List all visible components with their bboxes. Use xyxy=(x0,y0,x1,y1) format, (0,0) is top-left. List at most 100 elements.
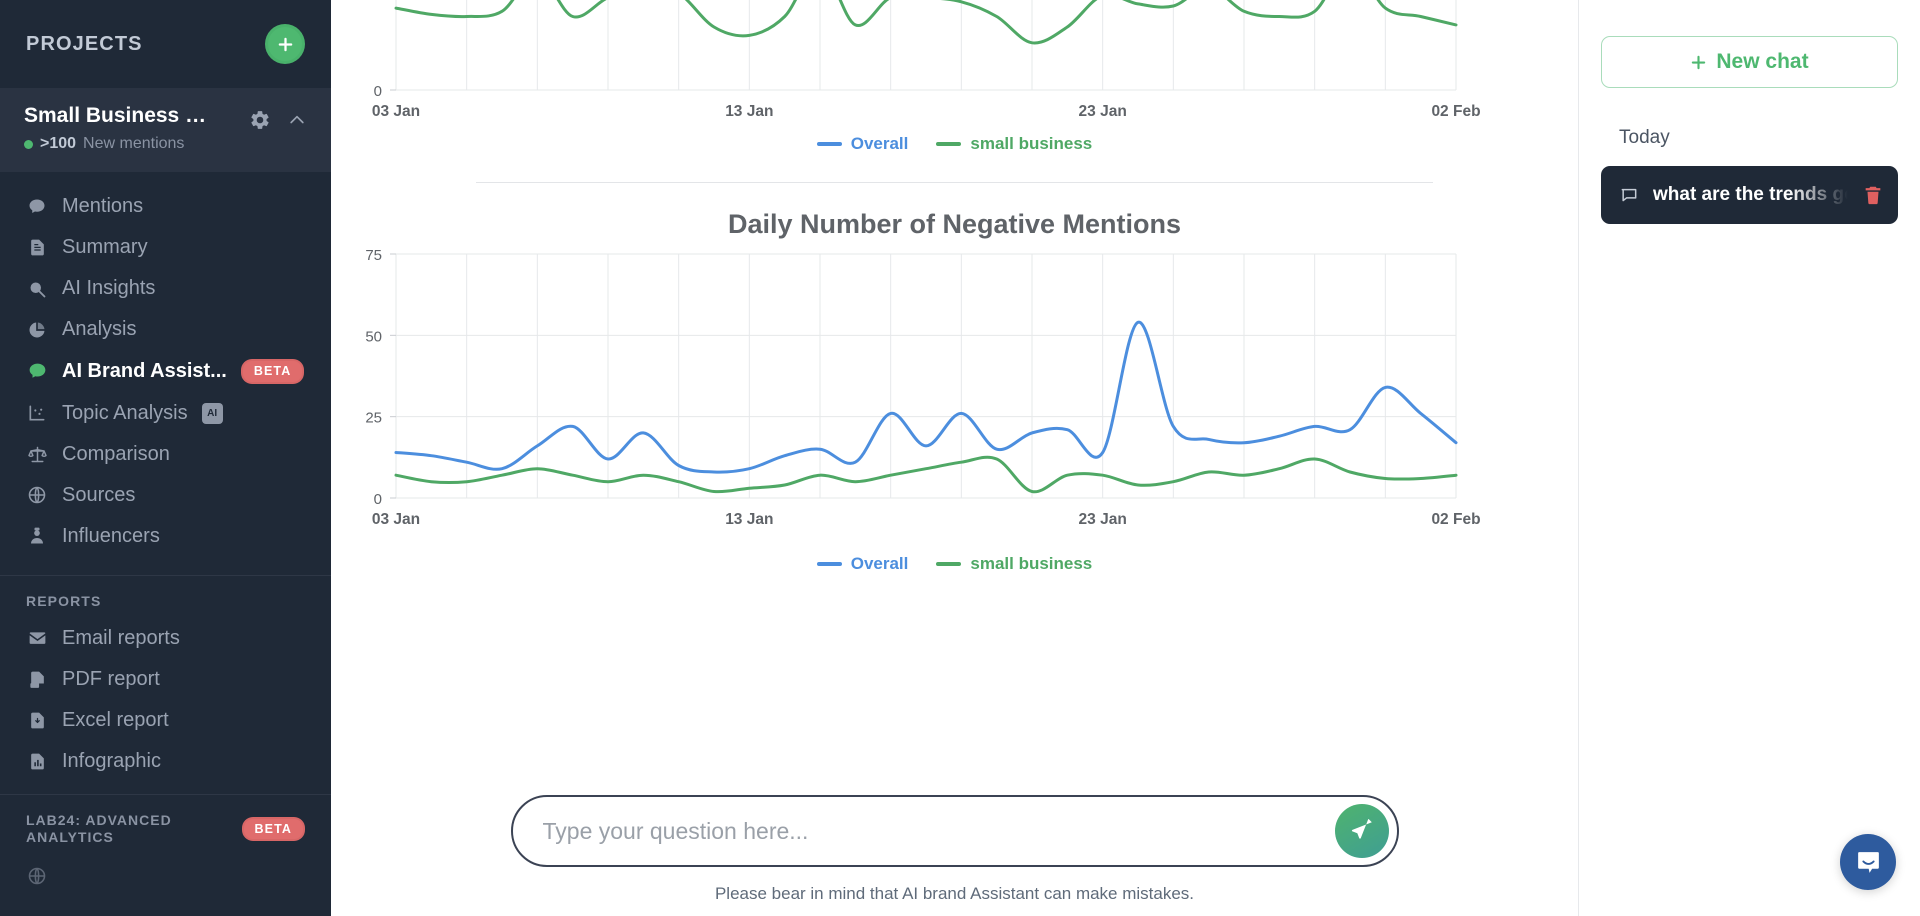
legend-item-overall[interactable]: Overall xyxy=(816,134,908,154)
project-info: Small Business Ma... >100 New mentions xyxy=(24,103,220,153)
new-chat-label: New chat xyxy=(1716,50,1809,73)
lab-section-header: LAB24: ADVANCED ANALYTICS BETA xyxy=(0,795,331,856)
bar-chart-file-icon xyxy=(26,750,48,772)
legend-swatch-icon xyxy=(936,142,962,146)
sidebar: PROJECTS Small Business Ma... >100 New m… xyxy=(0,0,331,916)
svg-text:13 Jan: 13 Jan xyxy=(725,103,773,120)
sidebar-item-excel-report[interactable]: Excel report xyxy=(0,700,331,741)
sidebar-item-label: Sources xyxy=(62,483,136,506)
chart-top-legend: Overall small business xyxy=(331,134,1578,154)
project-card[interactable]: Small Business Ma... >100 New mentions xyxy=(0,88,331,173)
chart-bottom-title: Daily Number of Negative Mentions xyxy=(727,209,1182,239)
trash-icon[interactable] xyxy=(1862,184,1884,206)
sidebar-item-label: Excel report xyxy=(62,708,169,731)
svg-text:23 Jan: 23 Jan xyxy=(1079,103,1127,120)
sidebar-item-ai-brand-assistant[interactable]: AI Brand Assist... BETA xyxy=(0,350,331,393)
magnifier-ai-icon xyxy=(26,278,48,300)
new-chat-button[interactable]: New chat xyxy=(1601,36,1898,88)
svg-text:50: 50 xyxy=(365,328,382,345)
person-icon xyxy=(26,525,48,547)
sidebar-item-label: Analysis xyxy=(62,318,137,341)
sidebar-item-summary[interactable]: Summary xyxy=(0,227,331,268)
svg-text:25: 25 xyxy=(365,410,382,427)
sidebar-item-pdf-report[interactable]: PDF report xyxy=(0,659,331,700)
legend-swatch-icon xyxy=(816,562,842,566)
sidebar-item-label: PDF report xyxy=(62,667,160,690)
document-icon xyxy=(26,237,48,259)
svg-text:02 Feb: 02 Feb xyxy=(1431,511,1480,528)
svg-text:03 Jan: 03 Jan xyxy=(372,511,420,528)
app-root: PROJECTS Small Business Ma... >100 New m… xyxy=(0,0,1920,916)
chevron-up-icon[interactable] xyxy=(287,110,307,130)
sidebar-item-infographic[interactable]: Infographic xyxy=(0,741,331,782)
negative-mentions-chart: 0 25 50 75 03 Jan 13 Jan 23 Jan 02 Feb xyxy=(365,247,1480,528)
pdf-file-icon xyxy=(26,668,48,690)
ai-disclaimer: Please bear in mind that AI brand Assist… xyxy=(714,884,1195,903)
ai-chip-icon: AI xyxy=(201,402,223,424)
sidebar-item-label: AI Brand Assist... xyxy=(62,359,227,382)
sidebar-item-email-reports[interactable]: Email reports xyxy=(0,618,331,659)
lab-section-title: LAB24: ADVANCED ANALYTICS xyxy=(26,811,172,846)
project-mentions: >100 New mentions xyxy=(24,135,220,153)
globe-icon xyxy=(26,865,48,887)
sidebar-item-influencers[interactable]: Influencers xyxy=(0,516,331,557)
lab-beta-badge: BETA xyxy=(241,816,305,842)
gear-icon[interactable] xyxy=(249,109,271,131)
scatter-plot-icon xyxy=(26,402,48,424)
sidebar-item-sources[interactable]: Sources xyxy=(0,475,331,516)
status-dot-icon xyxy=(24,139,33,149)
sidebar-item-label: Mentions xyxy=(62,195,144,218)
composer-area: Please bear in mind that AI brand Assist… xyxy=(331,795,1578,916)
add-project-button[interactable] xyxy=(265,24,305,64)
intercom-launcher-button[interactable] xyxy=(1840,834,1896,890)
sidebar-item-geo-analysis[interactable] xyxy=(0,856,331,896)
scales-icon xyxy=(26,443,48,465)
legend-item-small-business[interactable]: small business xyxy=(936,554,1092,574)
main-content: 020003 Jan13 Jan23 Jan02 Feb Overall sma… xyxy=(331,0,1579,916)
project-actions xyxy=(249,103,307,131)
legend-item-small-business[interactable]: small business xyxy=(936,134,1092,154)
beta-badge: BETA xyxy=(240,359,305,384)
chat-history-title: what are the trends going o xyxy=(1653,184,1848,205)
chart-block-top: 020003 Jan13 Jan23 Jan02 Feb Overall sma… xyxy=(331,0,1578,183)
intercom-messenger-icon xyxy=(1857,851,1879,873)
legend-label: small business xyxy=(970,554,1093,573)
svg-text:0: 0 xyxy=(374,83,382,100)
chart-divider xyxy=(476,182,1433,183)
svg-text:23 Jan: 23 Jan xyxy=(1079,511,1127,528)
sidebar-reports-nav: Email reports PDF report Excel report In… xyxy=(0,618,331,782)
sidebar-header: PROJECTS xyxy=(0,0,331,88)
send-button[interactable] xyxy=(1334,804,1389,858)
legend-item-overall[interactable]: Overall xyxy=(816,554,908,574)
globe-icon xyxy=(26,484,48,506)
sidebar-item-analysis[interactable]: Analysis xyxy=(0,309,331,350)
chat-scroll-area[interactable]: 020003 Jan13 Jan23 Jan02 Feb Overall sma… xyxy=(331,0,1578,795)
sidebar-header-title: PROJECTS xyxy=(26,32,143,55)
svg-text:0: 0 xyxy=(374,491,382,508)
chat-bubble-icon xyxy=(26,360,48,382)
plus-icon xyxy=(1692,55,1706,69)
sidebar-item-mentions[interactable]: Mentions xyxy=(0,186,331,227)
sidebar-nav: Mentions Summary AI Insights Analysis AI… xyxy=(0,172,331,563)
sidebar-item-topic-analysis[interactable]: Topic Analysis AI xyxy=(0,393,331,434)
send-paper-plane-icon xyxy=(1351,818,1372,839)
sidebar-item-label: Influencers xyxy=(62,524,160,547)
question-input[interactable] xyxy=(542,817,1335,845)
sidebar-item-label: AI Insights xyxy=(62,277,156,300)
sidebar-item-label: Email reports xyxy=(62,626,180,649)
sidebar-item-ai-insights[interactable]: AI Insights xyxy=(0,268,331,309)
svg-text:03 Jan: 03 Jan xyxy=(372,103,420,120)
composer[interactable] xyxy=(510,795,1399,867)
chart-block-bottom: Daily Number of Negative Mentions 0 25 50 7… xyxy=(331,209,1578,574)
envelope-icon xyxy=(26,627,48,649)
sidebar-item-comparison[interactable]: Comparison xyxy=(0,434,331,475)
svg-text:02 Feb: 02 Feb xyxy=(1431,103,1480,120)
chart-bottom-legend: Overall small business xyxy=(331,554,1578,574)
svg-text:13 Jan: 13 Jan xyxy=(725,511,773,528)
mentions-label: New mentions xyxy=(83,135,185,153)
excel-download-icon xyxy=(26,709,48,731)
reports-section-title: REPORTS xyxy=(26,592,102,609)
chat-history-item[interactable]: what are the trends going o xyxy=(1601,166,1898,224)
svg-text:75: 75 xyxy=(365,247,382,264)
legend-swatch-icon xyxy=(936,562,962,566)
